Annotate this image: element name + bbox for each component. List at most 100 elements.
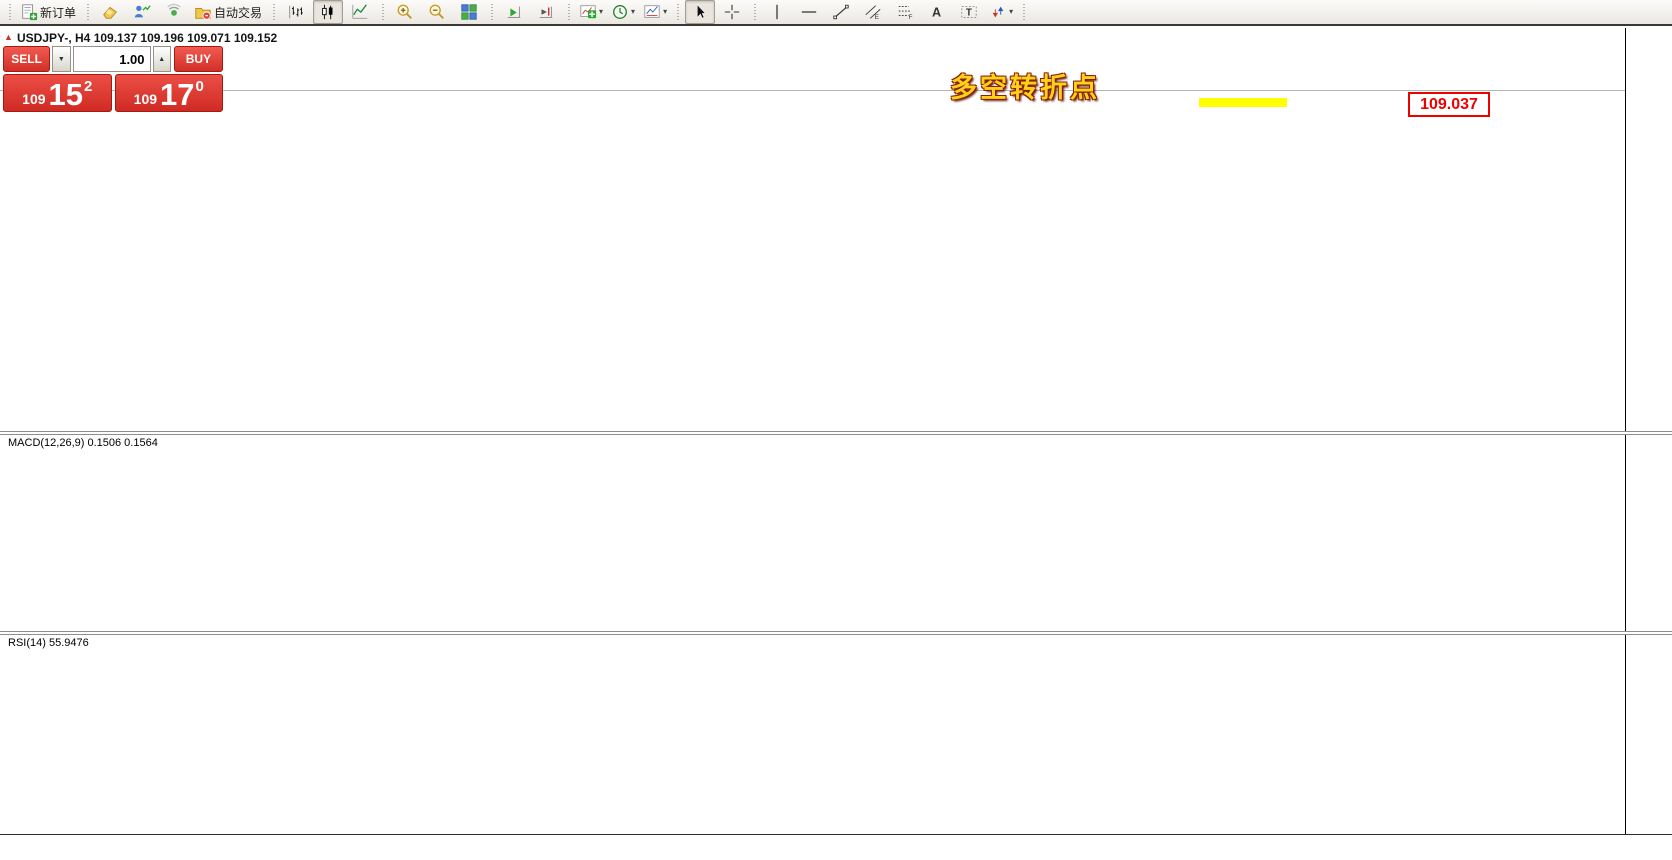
volume-increase-button[interactable]: ▲ bbox=[153, 46, 171, 72]
eraser-icon bbox=[101, 3, 119, 21]
arrows-button[interactable]: ▾ bbox=[986, 0, 1016, 24]
crosshair-icon bbox=[723, 3, 741, 21]
periods-button[interactable]: ▾ bbox=[608, 0, 638, 24]
mt4-terminal: 新订单 自动交易 ▾ ▾ ▾ E F A T ▾ ▲ USDJPY-, H4 109.137 10… bbox=[0, 0, 1672, 860]
auto-trading-button[interactable]: 自动交易 bbox=[191, 0, 266, 24]
buy-price-box[interactable]: 109 17 0 bbox=[115, 74, 224, 112]
main-chart-canvas[interactable] bbox=[0, 28, 1625, 431]
cursor-button[interactable] bbox=[685, 0, 715, 24]
templates-button[interactable]: ▾ bbox=[640, 0, 670, 24]
sell-price-small: 109 bbox=[22, 92, 45, 106]
text-label-button[interactable]: T bbox=[954, 0, 984, 24]
equidistant-channel-button[interactable]: E bbox=[858, 0, 888, 24]
alerts-signal-icon bbox=[165, 3, 183, 21]
vertical-line-icon bbox=[768, 3, 786, 21]
new-order-button[interactable]: 新订单 bbox=[17, 0, 80, 24]
zoom-in-button[interactable] bbox=[390, 0, 420, 24]
toolbar-gripper bbox=[379, 3, 386, 21]
arrows-icon bbox=[989, 3, 1007, 21]
highlight-rectangle-object[interactable] bbox=[1199, 98, 1287, 107]
fibonacci-icon: F bbox=[896, 3, 914, 21]
horizontal-line-icon bbox=[800, 3, 818, 21]
volume-input[interactable] bbox=[73, 46, 151, 72]
toolbar-gripper bbox=[270, 3, 277, 21]
macd-panel-canvas[interactable] bbox=[0, 435, 1625, 631]
text-icon: A bbox=[928, 3, 946, 21]
trend-line-button[interactable] bbox=[826, 0, 856, 24]
buy-price-small: 109 bbox=[134, 92, 157, 106]
trend-line-icon bbox=[832, 3, 850, 21]
chart-window-menu-icon[interactable]: ▲ bbox=[4, 32, 13, 42]
fibonacci-button[interactable]: F bbox=[890, 0, 920, 24]
candlestick-chart-button[interactable] bbox=[313, 0, 343, 24]
toolbar-gripper bbox=[565, 3, 572, 21]
candlestick-chart-icon bbox=[319, 3, 337, 21]
chart-profile-button[interactable] bbox=[127, 0, 157, 24]
arrows-dropdown-icon[interactable]: ▾ bbox=[1009, 8, 1013, 16]
tile-windows-icon bbox=[460, 3, 478, 21]
indicators-dropdown-icon[interactable]: ▾ bbox=[599, 8, 603, 16]
periods-icon bbox=[611, 3, 629, 21]
chart-profile-icon bbox=[133, 3, 151, 21]
alerts-signal-button[interactable] bbox=[159, 0, 189, 24]
new-order-icon bbox=[20, 3, 38, 21]
auto-scroll-icon bbox=[505, 3, 523, 21]
buy-button[interactable]: BUY bbox=[174, 46, 223, 72]
crosshair-button[interactable] bbox=[717, 0, 747, 24]
rsi-panel-canvas[interactable] bbox=[0, 635, 1625, 834]
buy-price-sup: 0 bbox=[196, 78, 204, 95]
line-chart-button[interactable] bbox=[345, 0, 375, 24]
chart-text-annotation[interactable]: 多空转折点 bbox=[950, 66, 1100, 105]
vertical-line-button[interactable] bbox=[762, 0, 792, 24]
auto-scroll-button[interactable] bbox=[499, 0, 529, 24]
new-order-label: 新订单 bbox=[40, 4, 77, 21]
templates-icon bbox=[643, 3, 661, 21]
svg-text:T: T bbox=[966, 8, 972, 19]
rsi-indicator-label: RSI(14) 55.9476 bbox=[8, 637, 89, 649]
current-price-line bbox=[0, 90, 1625, 91]
cursor-icon bbox=[691, 3, 709, 21]
sell-price-sup: 2 bbox=[84, 78, 92, 95]
macd-indicator-label: MACD(12,26,9) 0.1506 0.1564 bbox=[8, 437, 158, 449]
volume-decrease-button[interactable]: ▼ bbox=[52, 46, 70, 72]
chart-shift-button[interactable] bbox=[531, 0, 561, 24]
macd-panel-splitter[interactable] bbox=[0, 431, 1672, 435]
chart-title: USDJPY-, H4 109.137 109.196 109.071 109.… bbox=[17, 31, 277, 45]
toolbar-gripper bbox=[674, 3, 681, 21]
svg-text:E: E bbox=[875, 14, 879, 21]
toolbar-button-group: 新订单 自动交易 ▾ ▾ ▾ E F A T ▾ bbox=[3, 0, 1030, 24]
text-button[interactable]: A bbox=[922, 0, 952, 24]
one-click-trading-panel: SELL ▼ ▲ BUY 109 15 2 109 17 0 bbox=[3, 46, 223, 112]
sell-price-big: 15 bbox=[49, 82, 83, 108]
svg-text:F: F bbox=[909, 14, 913, 21]
indicators-button[interactable]: ▾ bbox=[576, 0, 606, 24]
periods-dropdown-icon[interactable]: ▾ bbox=[631, 8, 635, 16]
svg-text:A: A bbox=[932, 6, 941, 20]
sell-price-box[interactable]: 109 15 2 bbox=[3, 74, 112, 112]
auto-trading-icon bbox=[194, 3, 212, 21]
text-label-icon: T bbox=[960, 3, 978, 21]
eraser-button[interactable] bbox=[95, 0, 125, 24]
time-axis-line bbox=[0, 834, 1672, 835]
chart-shift-icon bbox=[537, 3, 555, 21]
templates-dropdown-icon[interactable]: ▾ bbox=[663, 8, 667, 16]
bar-chart-button[interactable] bbox=[281, 0, 311, 24]
toolbar-gripper bbox=[1020, 3, 1027, 21]
main-toolbar: 新订单 自动交易 ▾ ▾ ▾ E F A T ▾ bbox=[0, 0, 1672, 26]
toolbar-gripper bbox=[84, 3, 91, 21]
tile-windows-button[interactable] bbox=[454, 0, 484, 24]
price-level-label-box[interactable]: 109.037 bbox=[1408, 92, 1490, 117]
toolbar-gripper bbox=[488, 3, 495, 21]
sell-button[interactable]: SELL bbox=[3, 46, 50, 72]
toolbar-gripper bbox=[751, 3, 758, 21]
zoom-out-icon bbox=[428, 3, 446, 21]
toolbar-gripper bbox=[6, 3, 13, 21]
bar-chart-icon bbox=[287, 3, 305, 21]
horizontal-line-button[interactable] bbox=[794, 0, 824, 24]
auto-trading-label: 自动交易 bbox=[214, 4, 263, 21]
equidistant-channel-icon: E bbox=[864, 3, 882, 21]
rsi-panel-splitter[interactable] bbox=[0, 631, 1672, 635]
zoom-in-icon bbox=[396, 3, 414, 21]
buy-price-big: 17 bbox=[160, 82, 194, 108]
zoom-out-button[interactable] bbox=[422, 0, 452, 24]
